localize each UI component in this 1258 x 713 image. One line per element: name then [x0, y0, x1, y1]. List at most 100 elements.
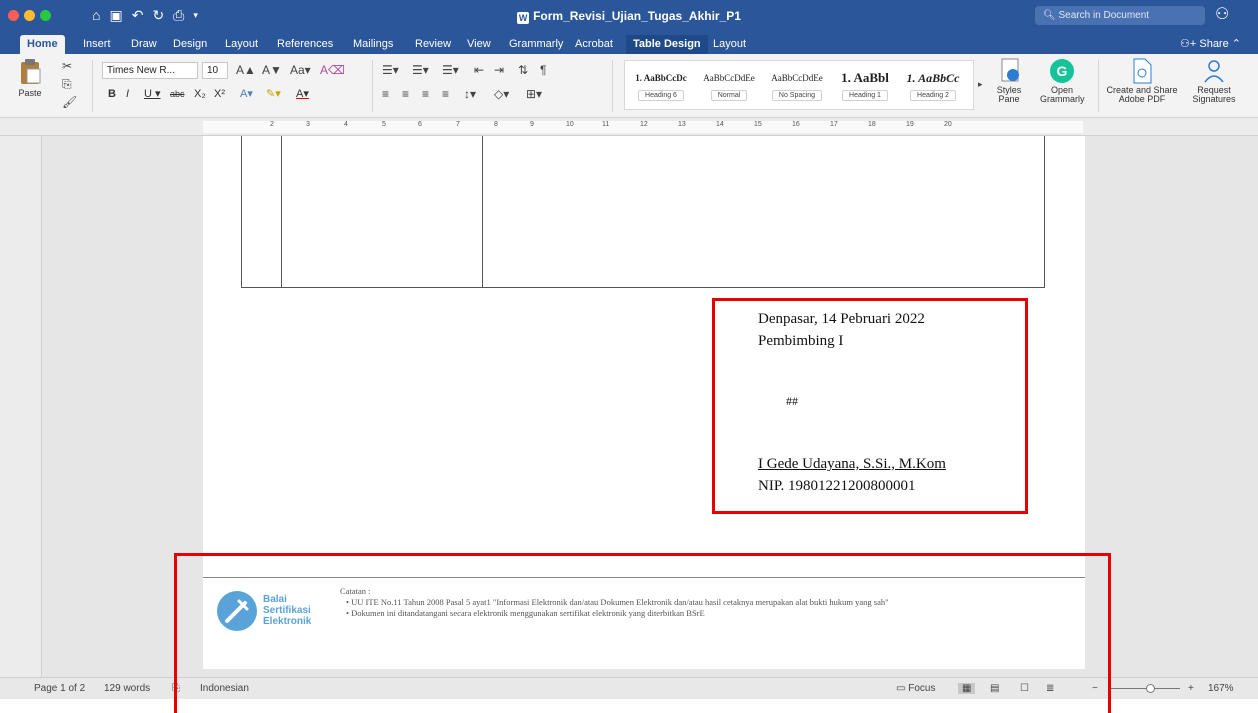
tab-table-design[interactable]: Table Design	[626, 35, 708, 54]
tab-review[interactable]: Review	[408, 35, 458, 54]
style-heading-6[interactable]: 1. AaBbCcDc Heading 6	[627, 61, 695, 109]
tab-grammarly[interactable]: Grammarly	[502, 35, 570, 54]
sort-icon[interactable]: ⇅	[518, 62, 528, 79]
style-no-spacing[interactable]: AaBbCcDdEe No Spacing	[763, 61, 831, 109]
window-controls	[8, 10, 51, 21]
styles-pane-button[interactable]: Styles Pane	[994, 58, 1028, 104]
ruler-number: 20	[944, 121, 952, 128]
increase-indent-icon[interactable]: ⇥	[494, 62, 504, 79]
table-border	[241, 136, 242, 288]
quick-access-toolbar: ⌂ ▣ ↶ ↻ ⎙ ▾	[92, 6, 198, 24]
close-window-button[interactable]	[8, 10, 19, 21]
undo-icon[interactable]: ↶	[132, 6, 144, 24]
font-name-select[interactable]: Times New R...	[102, 62, 198, 79]
tab-mailings[interactable]: Mailings	[346, 35, 400, 54]
account-icon[interactable]: ⚇	[1215, 4, 1229, 24]
grow-font-icon[interactable]: A▲	[236, 62, 256, 79]
vertical-ruler[interactable]	[0, 136, 42, 677]
zoom-window-button[interactable]	[40, 10, 51, 21]
style-sample: 1. AaBbCc	[906, 71, 960, 85]
customize-toolbar-icon[interactable]: ▾	[193, 6, 198, 24]
format-painter-icon[interactable]: 🖌︎	[62, 94, 77, 111]
align-center-icon[interactable]: ≡	[402, 86, 409, 103]
justify-icon[interactable]: ≡	[442, 86, 449, 103]
clear-formatting-icon[interactable]: A⌫	[320, 62, 345, 79]
ruler-number: 2	[270, 121, 274, 128]
tab-references[interactable]: References	[270, 35, 340, 54]
ruler-number: 4	[344, 121, 348, 128]
word-count[interactable]: 129 words	[104, 683, 150, 694]
copy-icon[interactable]: ⎘	[62, 76, 72, 93]
borders-icon[interactable]: ⊞▾	[526, 86, 542, 103]
multilevel-list-icon[interactable]: ☰▾	[442, 62, 459, 79]
zoom-slider-handle[interactable]	[1146, 684, 1155, 693]
title-bar: ⌂ ▣ ↶ ↻ ⎙ ▾ W Form_Revisi_Ujian_Tugas_Akh…	[0, 0, 1258, 32]
minimize-window-button[interactable]	[24, 10, 35, 21]
ruler-number: 6	[418, 121, 422, 128]
style-heading-1[interactable]: 1. AaBbl Heading 1	[831, 61, 899, 109]
style-name: Heading 6	[638, 90, 684, 101]
create-share-pdf-button[interactable]: Create and Share Adobe PDF	[1104, 58, 1180, 104]
styles-gallery-expand-icon[interactable]: ▸	[978, 76, 983, 93]
svg-text:G: G	[1057, 63, 1068, 79]
home-icon[interactable]: ⌂	[92, 6, 100, 24]
change-case-icon[interactable]: Aa▾	[290, 62, 311, 79]
tab-draw[interactable]: Draw	[124, 35, 164, 54]
tab-insert[interactable]: Insert	[76, 35, 118, 54]
superscript-icon[interactable]: X²	[214, 86, 225, 103]
tab-view[interactable]: View	[460, 35, 498, 54]
open-grammarly-button[interactable]: G Open Grammarly	[1040, 58, 1085, 104]
zoom-level[interactable]: 167%	[1208, 683, 1234, 694]
tab-layout[interactable]: Layout	[218, 35, 265, 54]
pdf-icon	[1133, 58, 1152, 84]
ruler-number: 12	[640, 121, 648, 128]
bold-icon[interactable]: B	[108, 86, 116, 103]
line-spacing-icon[interactable]: ↕▾	[464, 86, 476, 103]
shrink-font-icon[interactable]: A▼	[262, 62, 282, 79]
tab-acrobat[interactable]: Acrobat	[568, 35, 620, 54]
share-icon: ⚇+	[1180, 38, 1197, 50]
ruler-number: 13	[678, 121, 686, 128]
tab-home[interactable]: Home	[20, 35, 65, 54]
italic-icon[interactable]: I	[126, 86, 129, 103]
cut-icon[interactable]: ✂	[62, 58, 72, 75]
save-icon[interactable]: ▣	[109, 6, 122, 24]
ruler-number: 7	[456, 121, 460, 128]
highlight-box-footer	[174, 553, 1111, 713]
style-sample: AaBbCcDdEe	[703, 73, 755, 83]
decrease-indent-icon[interactable]: ⇤	[474, 62, 484, 79]
request-signatures-button[interactable]: Request Signatures	[1184, 58, 1244, 104]
underline-icon[interactable]: U ▾	[144, 86, 161, 103]
zoom-slider-track[interactable]	[1110, 688, 1180, 689]
strikethrough-icon[interactable]: abc	[170, 86, 185, 103]
styles-pane-label: Styles Pane	[996, 85, 1022, 104]
highlight-color-icon[interactable]: ✎▾	[266, 86, 281, 103]
align-right-icon[interactable]: ≡	[422, 86, 429, 103]
tab-table-layout[interactable]: Layout	[706, 35, 753, 54]
tab-design[interactable]: Design	[166, 35, 214, 54]
style-normal[interactable]: AaBbCcDdEe Normal	[695, 61, 763, 109]
numbering-icon[interactable]: ☰▾	[412, 62, 429, 79]
shading-icon[interactable]: ◇▾	[494, 86, 509, 103]
subscript-icon[interactable]: X₂	[194, 86, 206, 103]
redo-icon[interactable]: ↻	[152, 6, 164, 24]
collapse-ribbon-icon[interactable]: ⌃	[1232, 38, 1241, 50]
word-document-icon: W	[517, 12, 530, 24]
ruler-number: 9	[530, 121, 534, 128]
zoom-in-icon[interactable]: +	[1188, 683, 1194, 694]
font-color-icon[interactable]: A▾	[296, 86, 309, 103]
align-left-icon[interactable]: ≡	[382, 86, 389, 103]
text-effects-icon[interactable]: A▾	[240, 86, 253, 103]
paste-button[interactable]: Paste	[10, 58, 50, 98]
show-formatting-icon[interactable]: ¶	[540, 62, 546, 79]
style-heading-2[interactable]: 1. AaBbCc Heading 2	[899, 61, 967, 109]
horizontal-ruler[interactable]: 2 3 4 5 6 7 8 9 10 11 12 13 14 15 16 17 …	[0, 118, 1258, 136]
table-border	[482, 136, 483, 288]
share-button[interactable]: ⚇+ Share ⌃	[1180, 35, 1241, 54]
page-count[interactable]: Page 1 of 2	[34, 683, 85, 694]
print-icon[interactable]: ⎙	[173, 6, 184, 24]
bullets-icon[interactable]: ☰▾	[382, 62, 399, 79]
search-in-document-input[interactable]: 🔍︎ Search in Document	[1035, 6, 1205, 25]
font-size-select[interactable]: 10	[202, 62, 228, 79]
ruler-number: 14	[716, 121, 724, 128]
